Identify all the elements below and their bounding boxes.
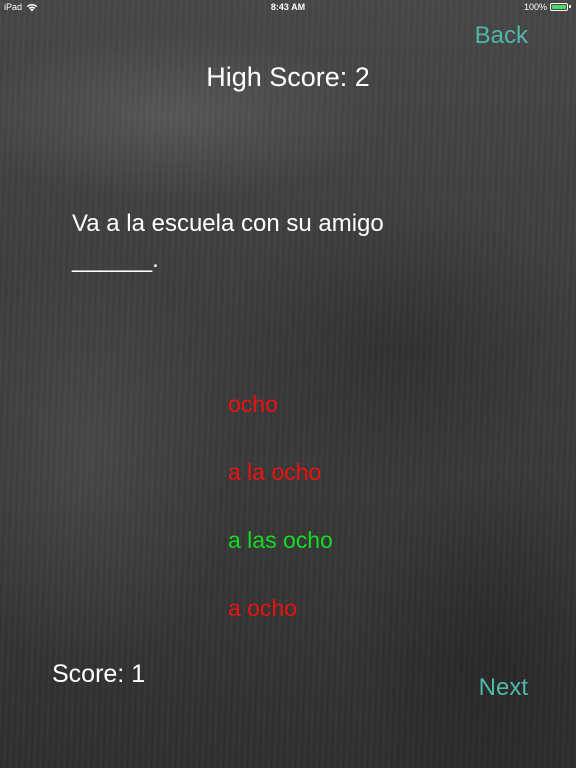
battery-tip [569, 5, 571, 8]
status-right: 100% [524, 2, 572, 12]
battery-body [550, 2, 568, 11]
answer-option-4[interactable]: a ocho [228, 590, 333, 658]
answer-option-1[interactable]: ocho [228, 386, 333, 454]
battery-percent: 100% [523, 2, 547, 12]
high-score-label: High Score: 2 [206, 62, 370, 92]
battery-icon [550, 2, 572, 12]
next-button[interactable]: Next [479, 674, 528, 702]
answer-list: ocho a la ocho a las ocho a ocho [228, 386, 333, 658]
status-time: 8:43 AM [270, 2, 306, 12]
answer-option-2[interactable]: a la ocho [228, 454, 333, 522]
answer-option-3[interactable]: a las ocho [228, 522, 333, 590]
status-bar: iPad 8:43 AM 100% [0, 0, 576, 16]
back-button[interactable]: Back [475, 22, 528, 50]
battery-fill [552, 4, 566, 9]
question-text: Va a la escuela con su amigo ______. [72, 210, 384, 273]
score-label: Score: 1 [52, 660, 146, 688]
